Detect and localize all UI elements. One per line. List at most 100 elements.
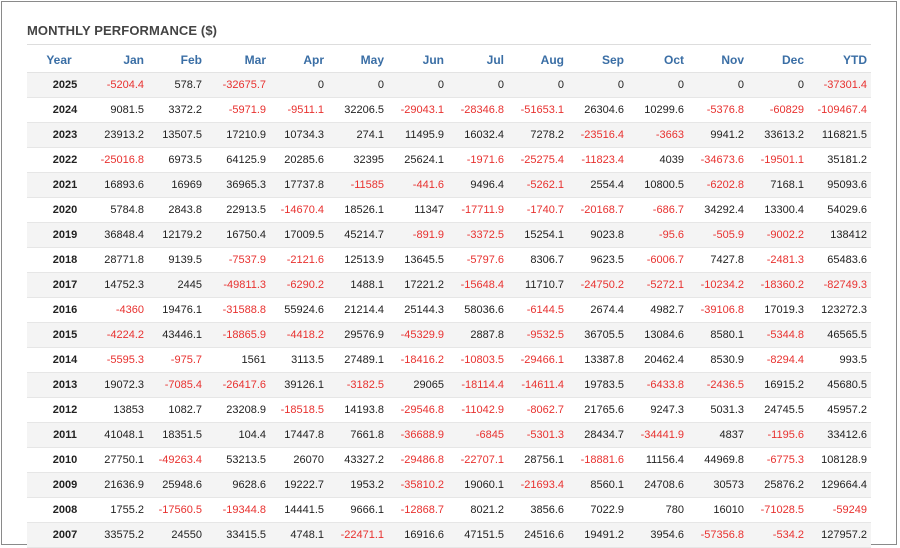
value-cell: -18518.5	[270, 397, 328, 423]
value-cell: -82749.3	[808, 272, 871, 298]
value-cell: 54029.6	[808, 197, 871, 223]
value-cell: -9532.5	[508, 322, 568, 348]
title-divider	[27, 44, 871, 45]
value-cell: -505.9	[688, 222, 748, 248]
year-cell: 2023	[27, 122, 91, 148]
table-row: 2021 16893.6 16969 36965.3 17737.8 -11585 -441…	[27, 172, 871, 198]
value-cell: 9081.5	[91, 97, 148, 123]
value-cell: 19222.7	[270, 472, 328, 498]
column-header-year: Year	[27, 47, 91, 73]
value-cell: 13645.5	[388, 247, 448, 273]
value-cell: 45957.2	[808, 397, 871, 423]
value-cell: 19476.1	[148, 297, 206, 323]
value-cell: -1195.6	[748, 422, 808, 448]
value-cell: -9511.1	[270, 97, 328, 123]
value-cell: 25624.1	[388, 147, 448, 173]
value-cell: 15254.1	[508, 222, 568, 248]
value-cell: 0	[748, 72, 808, 98]
value-cell: -71028.5	[748, 497, 808, 523]
value-cell: -9002.2	[748, 222, 808, 248]
value-cell: 0	[508, 72, 568, 98]
value-cell: 13300.4	[748, 197, 808, 223]
value-cell: -441.6	[388, 172, 448, 198]
value-cell: 9623.5	[568, 247, 628, 273]
value-cell: 25876.2	[748, 472, 808, 498]
value-cell: 129664.4	[808, 472, 871, 498]
value-cell: -35810.2	[388, 472, 448, 498]
value-cell: 46565.5	[808, 322, 871, 348]
value-cell: 11495.9	[388, 122, 448, 148]
value-cell: -10234.2	[688, 272, 748, 298]
value-cell: 9023.8	[568, 222, 628, 248]
value-cell: -18360.2	[748, 272, 808, 298]
value-cell: -39106.8	[688, 297, 748, 323]
value-cell: -5204.4	[91, 72, 148, 98]
value-cell: 26304.6	[568, 97, 628, 123]
value-cell: -34441.9	[628, 422, 688, 448]
value-cell: -60829	[748, 97, 808, 123]
value-cell: -22707.1	[448, 447, 508, 473]
value-cell: 43327.2	[328, 447, 388, 473]
value-cell: 22913.5	[206, 197, 270, 223]
panel-title: MONTHLY PERFORMANCE ($)	[27, 23, 218, 38]
year-cell: 2021	[27, 172, 91, 198]
year-cell: 2010	[27, 447, 91, 473]
value-cell: -5595.3	[91, 347, 148, 373]
year-cell: 2011	[27, 422, 91, 448]
value-cell: 26070	[270, 447, 328, 473]
table-row: 2017 14752.3 2445 -49811.3 -6290.2 1488.1 1722…	[27, 272, 871, 298]
value-cell: -17560.5	[148, 497, 206, 523]
value-cell: 21214.4	[328, 297, 388, 323]
value-cell: -6144.5	[508, 297, 568, 323]
value-cell: 1082.7	[148, 397, 206, 423]
value-cell: 8306.7	[508, 247, 568, 273]
value-cell: 11710.7	[508, 272, 568, 298]
value-cell: 4039	[628, 147, 688, 173]
value-cell: -34673.6	[688, 147, 748, 173]
value-cell: 104.4	[206, 422, 270, 448]
value-cell: 14752.3	[91, 272, 148, 298]
value-cell: 2674.4	[568, 297, 628, 323]
year-cell: 2007	[27, 522, 91, 548]
value-cell: 16750.4	[206, 222, 270, 248]
value-cell: 16915.2	[748, 372, 808, 398]
value-cell: -57356.8	[688, 522, 748, 548]
value-cell: -29466.1	[508, 347, 568, 373]
value-cell: -20168.7	[568, 197, 628, 223]
value-cell: 12513.9	[328, 247, 388, 273]
table-row: 2009 21636.9 25948.6 9628.6 19222.7 1953.2 -35…	[27, 472, 871, 498]
value-cell: 4837	[688, 422, 748, 448]
value-cell: 993.5	[808, 347, 871, 373]
value-cell: -29043.1	[388, 97, 448, 123]
value-cell: 45680.5	[808, 372, 871, 398]
value-cell: -14611.4	[508, 372, 568, 398]
value-cell: 14441.5	[270, 497, 328, 523]
value-cell: -5272.1	[628, 272, 688, 298]
value-cell: -534.2	[748, 522, 808, 548]
value-cell: 30573	[688, 472, 748, 498]
value-cell: -22471.1	[328, 522, 388, 548]
value-cell: 19072.3	[91, 372, 148, 398]
year-cell: 2016	[27, 297, 91, 323]
value-cell: 23208.9	[206, 397, 270, 423]
year-cell: 2018	[27, 247, 91, 273]
value-cell: 24745.5	[748, 397, 808, 423]
value-cell: 20285.6	[270, 147, 328, 173]
value-cell: 23913.2	[91, 122, 148, 148]
value-cell: -12868.7	[388, 497, 448, 523]
value-cell: 16010	[688, 497, 748, 523]
value-cell: 43446.1	[148, 322, 206, 348]
value-cell: 47151.5	[448, 522, 508, 548]
value-cell: 1953.2	[328, 472, 388, 498]
value-cell: -31588.8	[206, 297, 270, 323]
value-cell: -109467.4	[808, 97, 871, 123]
value-cell: 116821.5	[808, 122, 871, 148]
value-cell: 13853	[91, 397, 148, 423]
value-cell: -4224.2	[91, 322, 148, 348]
value-cell: 0	[688, 72, 748, 98]
value-cell: 65483.6	[808, 247, 871, 273]
value-cell: -11585	[328, 172, 388, 198]
value-cell: -7537.9	[206, 247, 270, 273]
value-cell: -36688.9	[388, 422, 448, 448]
value-cell: 28771.8	[91, 247, 148, 273]
